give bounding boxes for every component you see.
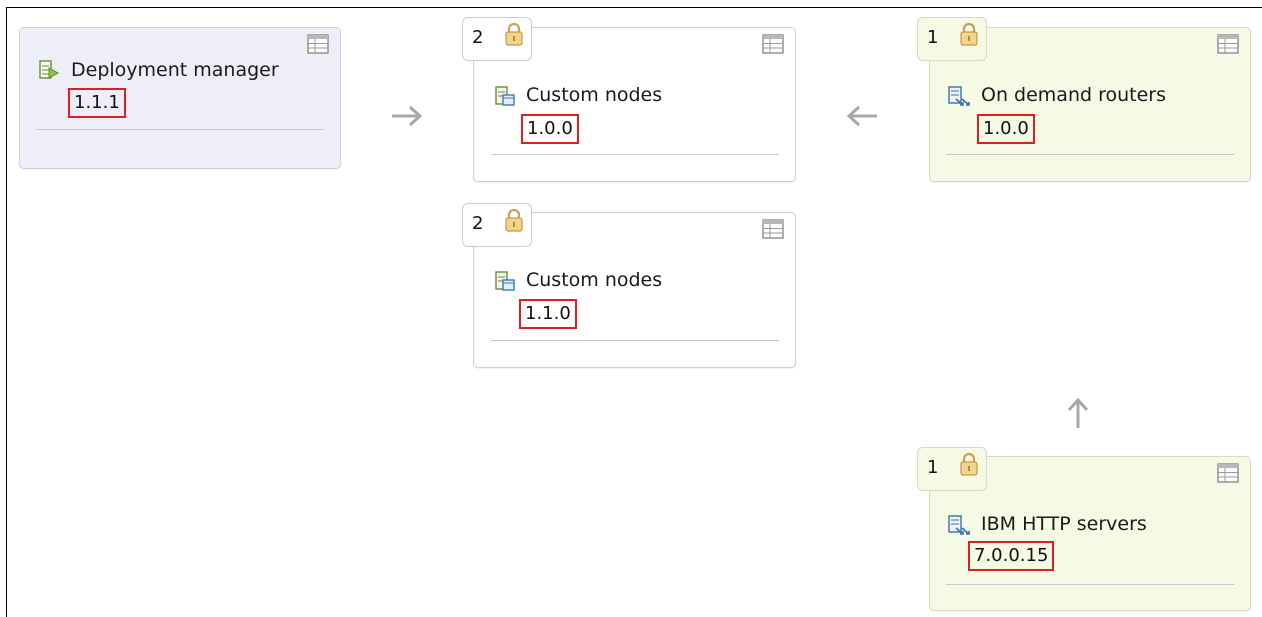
group-count: 2: [472, 27, 484, 48]
custom-node-icon: [494, 270, 516, 297]
group-count-tab[interactable]: 2: [462, 203, 532, 247]
version-label: 1.0.0: [977, 114, 1035, 144]
divider: [491, 154, 779, 155]
arrow-up-icon: [1066, 396, 1090, 435]
arrow-right-icon: [390, 104, 424, 133]
group-count: 1: [927, 27, 939, 48]
group-count-tab[interactable]: 2: [462, 17, 532, 61]
table-view-icon[interactable]: [1217, 463, 1239, 488]
deployment-manager-icon: [38, 59, 60, 86]
frame-top-border: [6, 7, 1262, 8]
table-view-icon[interactable]: [762, 219, 784, 244]
group-count: 2: [472, 213, 484, 234]
group-count-tab[interactable]: 1: [917, 17, 987, 61]
table-view-icon[interactable]: [1217, 34, 1239, 59]
divider: [491, 340, 779, 341]
lock-icon: [503, 207, 525, 238]
lock-icon: [503, 21, 525, 52]
card-title: Custom nodes: [526, 84, 663, 106]
frame-left-border: [6, 7, 7, 617]
table-view-icon[interactable]: [307, 34, 329, 59]
deployment-manager-card[interactable]: Deployment manager 1.1.1: [19, 27, 341, 169]
custom-node-icon: [494, 85, 516, 112]
arrow-left-icon: [845, 104, 879, 133]
divider: [946, 584, 1234, 585]
divider: [36, 129, 324, 130]
web-server-icon: [947, 514, 971, 541]
card-title: IBM HTTP servers: [981, 513, 1147, 535]
router-icon: [947, 85, 971, 112]
version-label: 7.0.0.15: [968, 541, 1055, 571]
lock-icon: [958, 451, 980, 482]
group-count-tab[interactable]: 1: [917, 447, 987, 491]
group-count: 1: [927, 457, 939, 478]
card-title: Deployment manager: [71, 59, 279, 81]
card-title: On demand routers: [981, 84, 1166, 106]
lock-icon: [958, 21, 980, 52]
card-title: Custom nodes: [526, 269, 663, 291]
version-label: 1.1.0: [519, 299, 577, 329]
version-label: 1.1.1: [68, 88, 126, 118]
table-view-icon[interactable]: [762, 34, 784, 59]
divider: [946, 154, 1234, 155]
version-label: 1.0.0: [521, 114, 579, 144]
